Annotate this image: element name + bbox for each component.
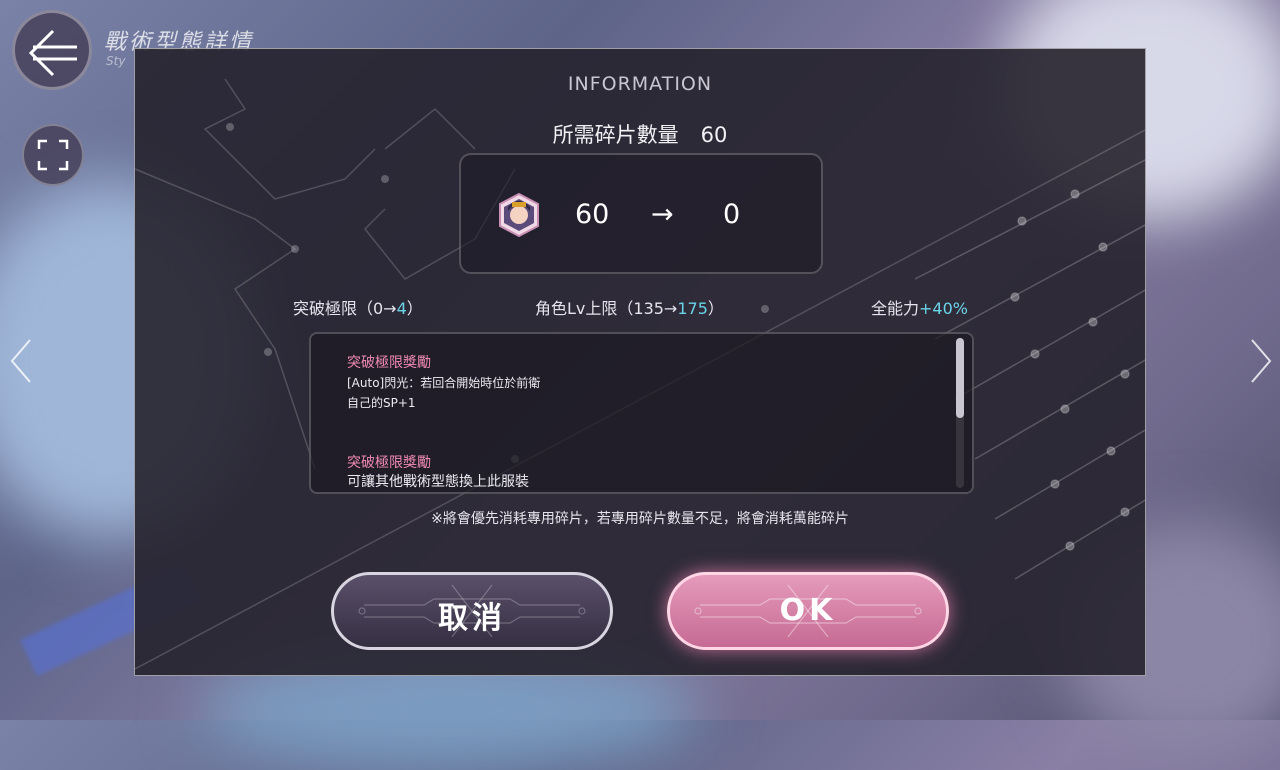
cancel-button-label: 取消 (438, 601, 506, 636)
reward-title: 突破極限獎勵 (347, 355, 431, 371)
shard-count-from: 60 (575, 199, 610, 230)
required-shards-value: 60 (700, 123, 728, 147)
limit-break-stat: 突破極限（0→4） (293, 295, 423, 319)
scrollbar-thumb[interactable] (956, 338, 964, 418)
dialog-title: INFORMATION (567, 73, 713, 95)
shard-count-to: 0 (723, 199, 741, 230)
shard-count-panel: 60 → 0 (459, 153, 823, 274)
required-shards-label: 所需碎片數量 (552, 123, 679, 147)
ok-button-label: OK (779, 593, 837, 628)
character-shard-icon (499, 193, 539, 237)
reward-desc-line: [Auto]閃光：若回合開始時位於前衛 (347, 376, 541, 390)
level-cap-suffix: ） (707, 299, 724, 318)
fullscreen-button[interactable] (22, 124, 84, 186)
limit-break-suffix: ） (406, 299, 423, 318)
level-cap-stat: 角色Lv上限（135→175） (535, 295, 724, 319)
information-dialog: INFORMATION 所需碎片數量 60 60 → 0 突破極限（0→4） 角色… (134, 48, 1146, 676)
all-ability-label: 全能力 (871, 299, 920, 318)
all-ability-stat: 全能力+40% (871, 295, 968, 319)
chevron-right-icon[interactable] (1248, 336, 1274, 386)
all-ability-value: +40% (919, 299, 968, 318)
cancel-button[interactable]: 取消 (331, 572, 613, 650)
chevron-left-icon[interactable] (8, 336, 34, 386)
page-subtitle: Sty (106, 54, 126, 68)
reward-list[interactable]: 突破極限獎勵 [Auto]閃光：若回合開始時位於前衛 自己的SP+1 突破極限獎… (309, 332, 974, 494)
shard-usage-note: ※將會優先消耗專用碎片，若專用碎片數量不足，將會消耗萬能碎片 (431, 511, 849, 527)
reward-title: 突破極限獎勵 (347, 455, 431, 471)
limit-break-label: 突破極限（0→ (293, 299, 397, 318)
level-cap-label: 角色Lv上限（135→ (535, 299, 678, 318)
reward-desc-line: 自己的SP+1 (347, 396, 416, 410)
reward-desc-line: 可讓其他戰術型態換上此服裝 (347, 474, 529, 490)
ok-button[interactable]: OK (667, 572, 949, 650)
limit-break-value: 4 (396, 299, 407, 318)
back-button[interactable] (12, 10, 92, 90)
level-cap-value: 175 (677, 299, 708, 318)
arrow-right-icon: → (651, 199, 674, 230)
required-shards-row: 所需碎片數量 60 (135, 119, 1145, 149)
back-arrow-icon (28, 29, 77, 77)
fullscreen-icon (37, 139, 69, 171)
